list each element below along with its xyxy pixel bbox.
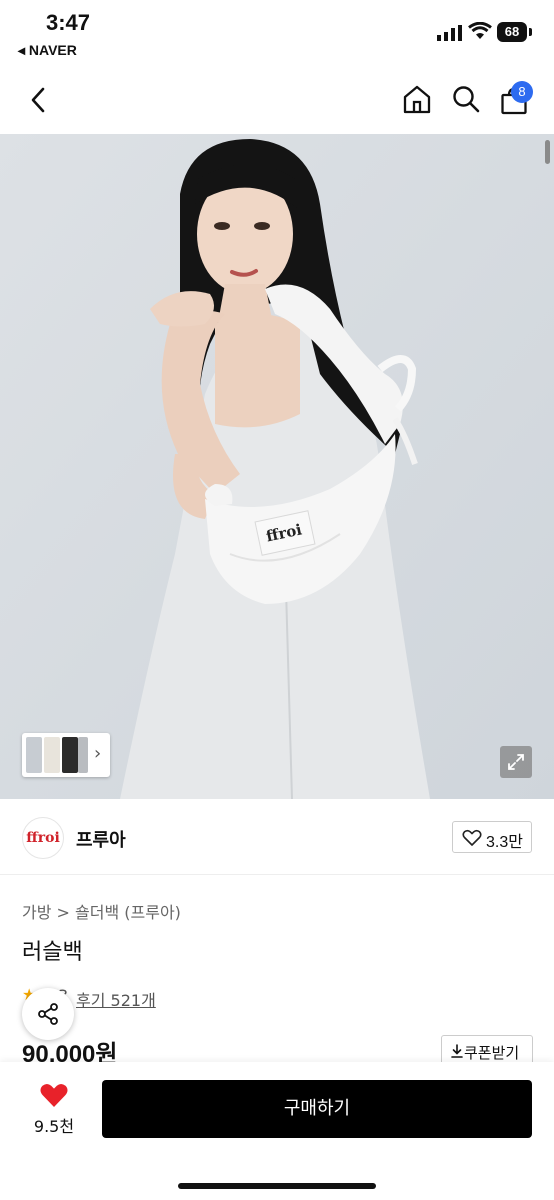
thumbnail-2[interactable] (44, 737, 60, 773)
status-time: 3:47 (46, 10, 91, 35)
brand-logo[interactable]: ffroi (22, 817, 64, 859)
page-scrollbar[interactable] (545, 140, 550, 164)
thumbnail-3[interactable] (62, 737, 78, 773)
buy-button[interactable]: 구매하기 (102, 1080, 532, 1138)
back-to-app-link[interactable]: ◂ NAVER (18, 42, 77, 59)
wishlist-button[interactable] (34, 1082, 74, 1113)
top-nav (0, 70, 554, 134)
review-count-link[interactable]: 후기 521개 (76, 987, 156, 1011)
image-thumbnail-strip[interactable]: › (22, 733, 110, 777)
expand-icon (508, 754, 524, 770)
coupon-label: 쿠폰받기 (464, 1044, 520, 1062)
cellular-signal-icon (437, 25, 462, 41)
heart-outline-icon (462, 829, 482, 846)
chevron-right-icon[interactable]: › (94, 743, 101, 764)
product-image[interactable]: ffroi (0, 134, 554, 799)
battery-level: 68 (504, 24, 520, 39)
download-icon (451, 1044, 463, 1058)
brand-like-count: 3.3만 (486, 834, 523, 851)
thumbnail-4[interactable] (78, 737, 88, 773)
brand-name[interactable]: 프루아 (76, 826, 126, 852)
share-icon (38, 1003, 58, 1025)
search-icon[interactable] (451, 84, 481, 114)
wishlist-count: 9.5천 (33, 1117, 75, 1136)
status-bar: 3:47 ◂ NAVER 68 (0, 0, 554, 70)
wifi-icon (468, 22, 492, 39)
battery-tip (529, 28, 532, 36)
expand-image-button[interactable] (500, 746, 532, 778)
heart-filled-icon (40, 1084, 68, 1107)
product-photo (0, 134, 554, 799)
product-name: 러슬백 (22, 940, 83, 965)
home-indicator[interactable] (178, 1183, 376, 1189)
home-icon[interactable] (402, 84, 432, 114)
thumbnail-1[interactable] (26, 737, 42, 773)
category-breadcrumb[interactable]: 가방 > 숄더백 (프루아) (22, 899, 181, 923)
cart-count-badge: 8 (511, 81, 533, 103)
back-chevron-icon[interactable] (28, 86, 48, 114)
battery-icon: 68 (497, 22, 527, 42)
share-button[interactable] (22, 988, 74, 1040)
brand-like-button[interactable]: 3.3만 (452, 821, 532, 853)
